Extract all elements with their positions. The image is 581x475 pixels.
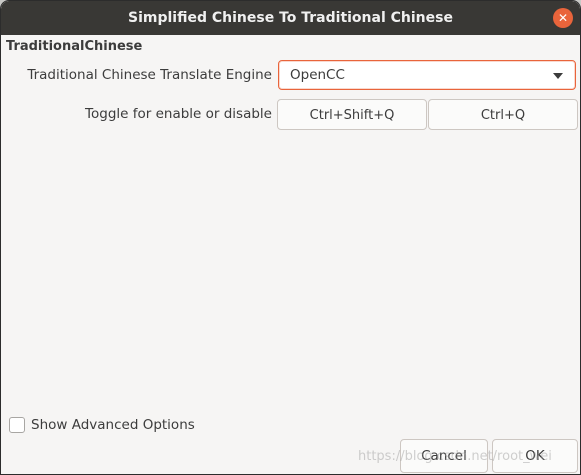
show-advanced-options[interactable]: Show Advanced Options: [9, 417, 195, 433]
advanced-options-label: Show Advanced Options: [31, 417, 195, 433]
toggle-label: Toggle for enable or disable: [85, 106, 272, 122]
shortcut-button-secondary[interactable]: Ctrl+Q: [428, 99, 578, 130]
shortcut-button-primary[interactable]: Ctrl+Shift+Q: [277, 99, 427, 130]
engine-dropdown[interactable]: OpenCC: [278, 60, 576, 90]
engine-label: Traditional Chinese Translate Engine: [27, 67, 272, 83]
engine-selected-value: OpenCC: [290, 67, 345, 83]
close-icon: ✕: [557, 11, 569, 25]
preferences-dialog: Simplified Chinese To Traditional Chines…: [1, 1, 580, 474]
cancel-button[interactable]: Cancel: [400, 439, 488, 473]
ok-button[interactable]: OK: [492, 439, 578, 473]
advanced-options-checkbox[interactable]: [9, 417, 25, 433]
title-bar[interactable]: Simplified Chinese To Traditional Chines…: [1, 1, 580, 35]
chevron-down-icon: [553, 73, 563, 79]
section-title: TraditionalChinese: [6, 39, 143, 54]
close-button[interactable]: ✕: [553, 8, 573, 28]
window-title: Simplified Chinese To Traditional Chines…: [128, 10, 453, 26]
